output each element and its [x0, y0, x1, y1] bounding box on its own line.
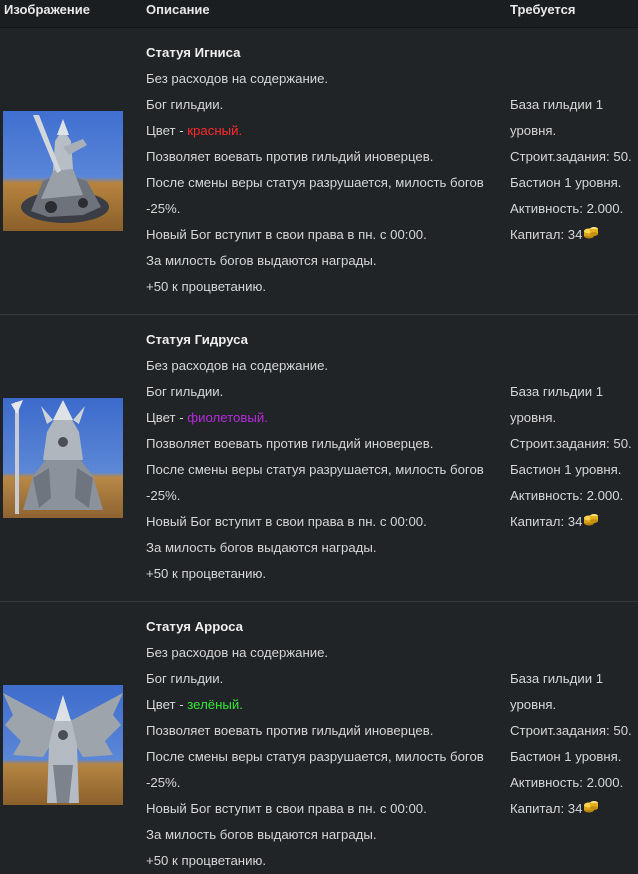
gold-coins-icon — [583, 510, 599, 536]
table-row-ignis: Статуя Игниса Без расходов на содержание… — [0, 28, 638, 315]
req-line: Бастион 1 уровня. — [510, 175, 622, 190]
req-line: уровня. — [510, 410, 557, 425]
color-value: фиолетовый. — [187, 410, 268, 425]
req-line: Активность: 2.000. — [510, 775, 624, 790]
desc-line: Без расходов на содержание. — [146, 71, 329, 86]
color-prefix: Цвет - — [146, 410, 188, 425]
desc-line: После смены веры статуя разрушается, мил… — [146, 175, 484, 190]
desc-line: Позволяет воевать против гильдий иноверц… — [146, 436, 434, 451]
desc-line: Бог гильдии. — [146, 384, 224, 399]
desc-line: Позволяет воевать против гильдий иноверц… — [146, 149, 434, 164]
header-image: Изображение — [4, 2, 90, 17]
capital-text: Капитал: 34 — [510, 514, 583, 529]
desc-line: После смены веры статуя разрушается, мил… — [146, 462, 484, 477]
statue-ignis-requirements: База гильдии 1 уровня. Строит.задания: 5… — [510, 92, 638, 248]
table-row-arros: Статуя Арроса Без расходов на содержание… — [0, 602, 638, 870]
color-line: Цвет - зелёный. — [146, 692, 506, 718]
color-value: красный. — [187, 123, 243, 138]
desc-line: После смены веры статуя разрушается, мил… — [146, 749, 484, 764]
req-line: Активность: 2.000. — [510, 488, 624, 503]
gold-coins-icon — [583, 223, 599, 249]
req-line: Активность: 2.000. — [510, 201, 624, 216]
gold-coins-icon — [583, 797, 599, 823]
req-line: База гильдии 1 — [510, 671, 604, 686]
color-prefix: Цвет - — [146, 697, 188, 712]
statue-arros-description: Статуя Арроса Без расходов на содержание… — [146, 614, 506, 874]
desc-line: Позволяет воевать против гильдий иноверц… — [146, 723, 434, 738]
capital-text: Капитал: 34 — [510, 227, 583, 242]
desc-line: +50 к процветанию. — [146, 279, 267, 294]
capital-text: Капитал: 34 — [510, 801, 583, 816]
statue-ignis-description: Статуя Игниса Без расходов на содержание… — [146, 40, 506, 300]
statues-table: Изображение Описание Требуется Статуя Иг… — [0, 0, 638, 870]
req-line: Строит.задания: 50. — [510, 723, 632, 738]
statue-arros-requirements: База гильдии 1 уровня. Строит.задания: 5… — [510, 666, 638, 822]
table-row-hydrus: Статуя Гидруса Без расходов на содержани… — [0, 315, 638, 602]
desc-line: -25%. — [146, 488, 181, 503]
capital-line: Капитал: 34 — [510, 796, 638, 822]
statue-title: Статуя Арроса — [146, 619, 243, 634]
desc-line: +50 к процветанию. — [146, 853, 267, 868]
statue-title: Статуя Гидруса — [146, 332, 248, 347]
req-line: Бастион 1 уровня. — [510, 749, 622, 764]
statue-hydrus-image — [3, 398, 123, 518]
desc-line: Без расходов на содержание. — [146, 358, 329, 373]
statue-ignis-image — [3, 111, 123, 231]
desc-line: -25%. — [146, 775, 181, 790]
table-header: Изображение Описание Требуется — [0, 0, 638, 28]
color-value: зелёный. — [187, 697, 243, 712]
req-line: Строит.задания: 50. — [510, 436, 632, 451]
req-line: База гильдии 1 — [510, 384, 604, 399]
req-line: уровня. — [510, 697, 557, 712]
statue-title: Статуя Игниса — [146, 45, 241, 60]
statue-hydrus-description: Статуя Гидруса Без расходов на содержани… — [146, 327, 506, 587]
req-line: База гильдии 1 — [510, 97, 604, 112]
color-line: Цвет - красный. — [146, 118, 506, 144]
desc-line: За милость богов выдаются награды. — [146, 540, 377, 555]
desc-line: За милость богов выдаются награды. — [146, 253, 377, 268]
desc-line: -25%. — [146, 201, 181, 216]
capital-line: Капитал: 34 — [510, 222, 638, 248]
capital-line: Капитал: 34 — [510, 509, 638, 535]
header-description: Описание — [146, 2, 210, 17]
color-prefix: Цвет - — [146, 123, 188, 138]
desc-line: Бог гильдии. — [146, 671, 224, 686]
desc-line: Без расходов на содержание. — [146, 645, 329, 660]
desc-line: Новый Бог вступит в свои права в пн. с 0… — [146, 227, 427, 242]
desc-line: +50 к процветанию. — [146, 566, 267, 581]
statue-arros-image — [3, 685, 123, 805]
color-line: Цвет - фиолетовый. — [146, 405, 506, 431]
req-line: уровня. — [510, 123, 557, 138]
desc-line: Новый Бог вступит в свои права в пн. с 0… — [146, 514, 427, 529]
desc-line: Новый Бог вступит в свои права в пн. с 0… — [146, 801, 427, 816]
header-requires: Требуется — [510, 2, 576, 17]
desc-line: За милость богов выдаются награды. — [146, 827, 377, 842]
req-line: Строит.задания: 50. — [510, 149, 632, 164]
req-line: Бастион 1 уровня. — [510, 462, 622, 477]
statue-hydrus-requirements: База гильдии 1 уровня. Строит.задания: 5… — [510, 379, 638, 535]
desc-line: Бог гильдии. — [146, 97, 224, 112]
